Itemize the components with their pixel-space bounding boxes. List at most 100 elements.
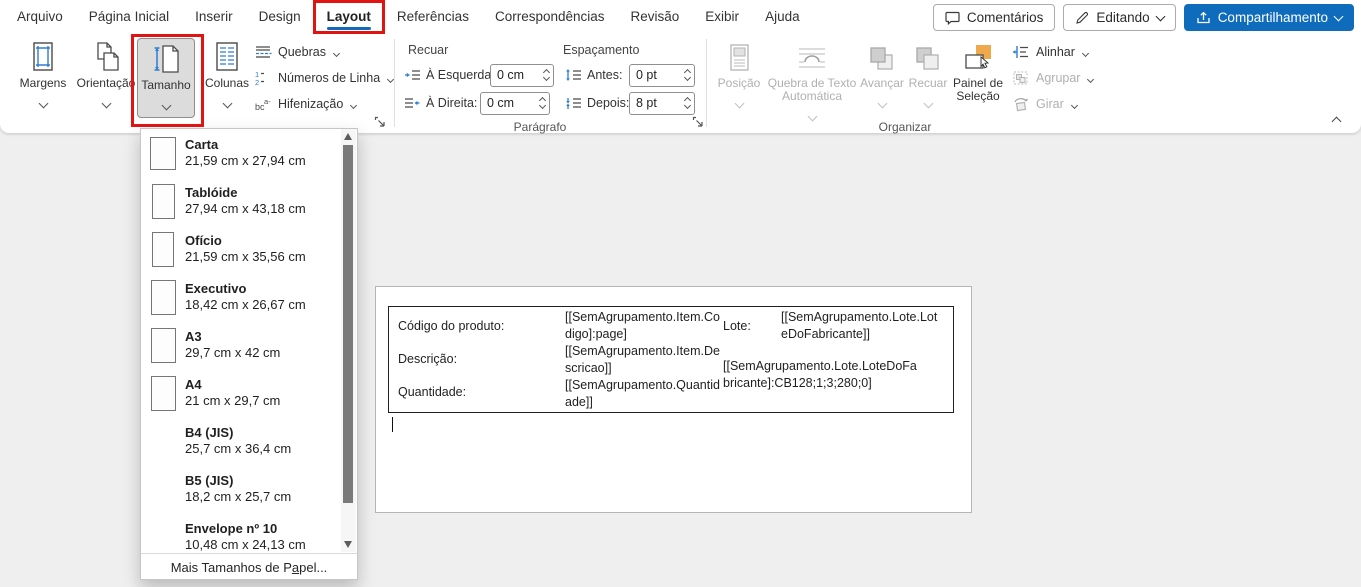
menu-tab[interactable]: Design (246, 1, 314, 33)
spinner-arrows[interactable] (683, 95, 692, 110)
paper-icon (152, 231, 174, 267)
text-cursor (392, 417, 393, 432)
position-icon (726, 37, 752, 73)
dropdown-scrollbar[interactable] (341, 129, 356, 552)
chevron-down-icon (1081, 49, 1089, 58)
paper-size-name: Executivo (185, 281, 247, 296)
indent-left-input[interactable]: 0 cm (490, 64, 554, 87)
paper-size-name: B5 (JIS) (185, 473, 234, 488)
menu-tab[interactable]: Inserir (182, 1, 246, 33)
menu-tab[interactable]: Correspondências (482, 1, 618, 33)
svg-text:a-: a- (264, 97, 271, 106)
spacing-before-icon (565, 68, 582, 83)
spacing-before-input[interactable]: 0 pt (629, 64, 695, 87)
collapse-ribbon-icon[interactable] (1326, 111, 1346, 129)
margins-icon (28, 37, 58, 73)
paper-size-name: Carta (185, 137, 219, 152)
page-size-button[interactable]: Tamanho (137, 38, 195, 118)
menu-tab[interactable]: Layout (312, 0, 385, 34)
align-button[interactable]: Alinhar (1012, 41, 1089, 63)
indent-left-icon (404, 68, 421, 83)
spacing-after-input[interactable]: 8 pt (629, 92, 695, 115)
dialog-launcher-icon[interactable] (374, 116, 388, 130)
group-button: Agrupar (1012, 67, 1095, 89)
page-size-icon (151, 39, 181, 75)
paper-size-dimensions: 10,48 cm x 24,13 cm (185, 537, 306, 552)
scroll-down-icon[interactable] (344, 541, 352, 548)
spinner-arrows[interactable] (683, 67, 692, 82)
share-button[interactable]: Compartilhamento (1183, 4, 1354, 31)
breaks-button[interactable]: Quebras (254, 41, 340, 63)
spacing-after-label: Depois: (587, 96, 630, 110)
share-icon (1196, 11, 1211, 25)
word-window: Arquivo Página Inicial Inserir Design La… (0, 0, 1361, 587)
menu-tab[interactable]: Página Inicial (76, 1, 182, 33)
menu-tab[interactable]: Exibir (692, 1, 752, 33)
chevron-down-icon (1333, 11, 1344, 21)
scroll-up-icon[interactable] (344, 133, 352, 140)
menu-tab[interactable]: Arquivo (4, 1, 76, 33)
selection-pane-icon (963, 37, 993, 73)
line-numbers-button[interactable]: 12 Números de Linha (254, 67, 395, 89)
paper-size-option[interactable]: B4 (JIS) 25,7 cm x 36,4 cm (141, 417, 343, 465)
line-numbers-icon: 12 (254, 70, 272, 86)
scrollbar-thumb[interactable] (343, 145, 353, 503)
menu-tab[interactable]: Referências (384, 1, 482, 33)
bring-forward-button: Avançar (860, 37, 904, 121)
paper-size-option[interactable]: Carta 21,59 cm x 27,94 cm (141, 129, 343, 177)
chevron-down-icon (923, 98, 933, 109)
indent-right-input[interactable]: 0 cm (480, 92, 550, 115)
wrap-text-icon (795, 37, 829, 73)
position-button: Posição (714, 37, 764, 121)
paper-size-option[interactable]: Tablóide 27,94 cm x 43,18 cm (141, 177, 343, 225)
chevron-down-icon (222, 98, 232, 109)
paper-size-dimensions: 21,59 cm x 35,56 cm (185, 249, 306, 264)
paper-size-name: B4 (JIS) (185, 425, 234, 440)
paper-size-dimensions: 27,94 cm x 43,18 cm (185, 201, 306, 216)
spacing-before-label: Antes: (587, 68, 623, 82)
paper-size-option[interactable]: A4 21 cm x 29,7 cm (141, 369, 343, 417)
spacing-after-icon (565, 96, 582, 111)
menu-tab[interactable]: Ajuda (752, 1, 813, 33)
align-icon (1012, 44, 1030, 60)
menu-tabs: Arquivo Página Inicial Inserir Design La… (4, 0, 813, 34)
columns-button[interactable]: Colunas (200, 37, 254, 121)
chevron-down-icon (350, 101, 358, 110)
page-size-options: Carta 21,59 cm x 27,94 cm Tablóide 27,94… (141, 129, 343, 552)
active-tab-underline (326, 26, 371, 30)
hyphenation-icon: bc a- (254, 96, 272, 112)
arrange-group-label: Organizar (878, 120, 932, 134)
paper-size-option[interactable]: Ofício 21,59 cm x 35,56 cm (141, 225, 343, 273)
product-code-label: Código do produto: (398, 319, 505, 333)
ribbon-layout-tab: Margens Orientação Tamanho Colunas Quebr… (0, 33, 1361, 134)
paper-icon (150, 375, 176, 411)
paper-size-option[interactable]: Envelope nº 10 10,48 cm x 24,13 cm (141, 513, 343, 552)
more-paper-sizes-item[interactable]: Mais Tamanhos de Pa pel... (141, 554, 357, 580)
lot-field: [[SemAgrupamento.Lote.LoteDoFabricante]] (781, 310, 938, 341)
hyphenation-button[interactable]: bc a- Hifenização (254, 93, 358, 115)
spinner-arrows[interactable] (542, 67, 551, 82)
chevron-down-icon (1070, 101, 1078, 110)
chevron-down-icon (807, 111, 817, 122)
menu-tab[interactable]: Revisão (618, 1, 693, 33)
paper-size-dimensions: 29,7 cm x 42 cm (185, 345, 281, 360)
spinner-arrows[interactable] (538, 95, 547, 110)
paper-size-option[interactable]: Executivo 18,42 cm x 26,67 cm (141, 273, 343, 321)
group-icon (1012, 70, 1030, 86)
margins-button[interactable]: Margens (14, 37, 72, 121)
quantity-field: [[SemAgrupamento.Quantidade]] (565, 378, 720, 409)
selection-pane-button[interactable]: Painel de Seleção (952, 37, 1004, 121)
svg-text:2: 2 (255, 78, 259, 86)
indent-left-label: À Esquerda: (426, 68, 495, 82)
editing-mode-button[interactable]: Editando (1063, 4, 1176, 31)
product-code-field: [[SemAgrupamento.Item.Codigo]:page] (565, 310, 720, 341)
send-backward-icon (914, 37, 942, 73)
paper-size-name: A4 (185, 377, 202, 392)
paper-size-option[interactable]: A3 29,7 cm x 42 cm (141, 321, 343, 369)
dialog-launcher-icon[interactable] (692, 116, 706, 130)
orientation-button[interactable]: Orientação (75, 37, 137, 121)
paper-icon (150, 327, 176, 363)
comments-button[interactable]: Comentários (932, 4, 1056, 31)
paper-size-option[interactable]: B5 (JIS) 18,2 cm x 25,7 cm (141, 465, 343, 513)
spacing-header: Espaçamento (563, 43, 640, 57)
